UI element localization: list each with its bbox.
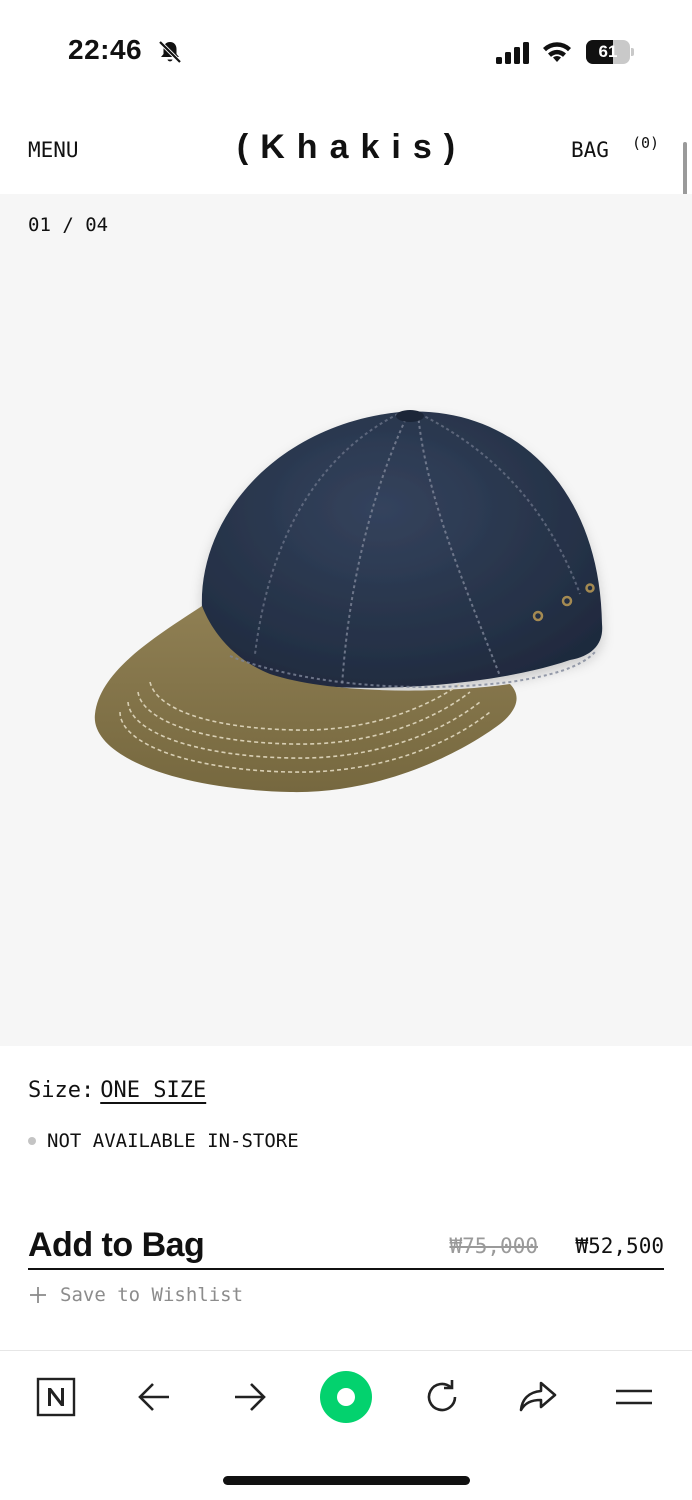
add-to-bag-button[interactable]: Add to Bag xyxy=(28,1226,205,1265)
bell-slash-icon xyxy=(158,40,182,64)
home-indicator[interactable] xyxy=(223,1476,470,1485)
wifi-icon xyxy=(543,42,571,62)
store-availability: NOT AVAILABLE IN-STORE xyxy=(28,1130,299,1152)
naver-n-icon[interactable] xyxy=(30,1371,82,1423)
size-label: Size: xyxy=(28,1078,95,1103)
original-price: ₩75,000 xyxy=(449,1234,538,1258)
status-dot-icon xyxy=(28,1137,36,1145)
cellular-signal-icon xyxy=(496,42,529,64)
sale-price: ₩52,500 xyxy=(575,1234,664,1258)
reload-icon[interactable] xyxy=(416,1371,468,1423)
product-gallery[interactable]: 01 / 04 xyxy=(0,194,692,1046)
status-bar: 22:46 61 xyxy=(0,0,692,100)
battery-icon: 61 xyxy=(586,40,634,64)
bag-count: (0) xyxy=(632,134,660,152)
bag-button[interactable]: BAG xyxy=(571,138,609,162)
menu-lines-icon[interactable] xyxy=(608,1371,660,1423)
forward-arrow-icon[interactable] xyxy=(224,1371,276,1423)
save-to-wishlist-button[interactable]: Save to Wishlist xyxy=(28,1284,243,1306)
gallery-counter: 01 / 04 xyxy=(28,214,109,236)
share-icon[interactable] xyxy=(512,1371,564,1423)
availability-text: NOT AVAILABLE IN-STORE xyxy=(47,1130,299,1152)
cap-photo[interactable] xyxy=(80,394,640,824)
wishlist-label: Save to Wishlist xyxy=(60,1284,244,1306)
site-header: MENU (Khakis) BAG (0) xyxy=(0,100,692,194)
size-selector[interactable]: ONE SIZE xyxy=(100,1078,206,1103)
green-circle-icon[interactable] xyxy=(318,1369,374,1425)
plus-icon xyxy=(30,1287,46,1303)
status-time: 22:46 xyxy=(68,34,143,65)
add-to-bag-row[interactable]: Add to Bag ₩75,000 ₩52,500 xyxy=(28,1226,664,1270)
battery-level: 61 xyxy=(598,42,618,61)
back-arrow-icon[interactable] xyxy=(128,1371,180,1423)
size-row: Size: ONE SIZE xyxy=(28,1078,206,1103)
